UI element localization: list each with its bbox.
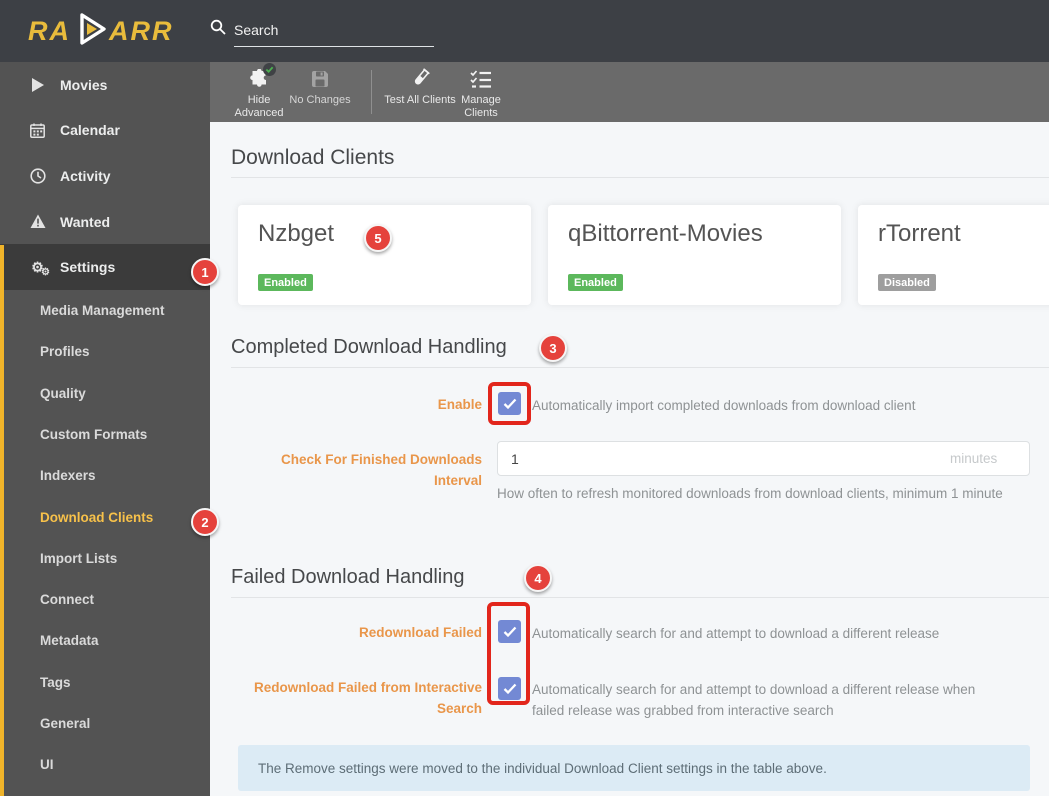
sub-item-label: Download Clients	[40, 509, 154, 525]
radarr-app: RA ARR Movies	[0, 0, 1049, 796]
interval-unit-hint: minutes	[950, 451, 998, 466]
status-badge: Enabled	[568, 274, 623, 291]
info-notice: The Remove settings were moved to the in…	[238, 745, 1030, 791]
sidebar-item-activity[interactable]: Activity	[0, 153, 210, 199]
annotation-circle-1: 1	[191, 258, 219, 286]
sidebar-item-media-management[interactable]: Media Management	[0, 290, 210, 331]
redownload-interactive-label: Redownload Failed from Interactive Searc…	[253, 680, 482, 716]
toolbar-button-label: No Changes	[289, 94, 351, 106]
annotation-box-failed	[487, 602, 530, 705]
divider	[231, 597, 1049, 598]
status-badge: Enabled	[258, 274, 313, 291]
sidebar-item-download-clients[interactable]: Download Clients	[0, 496, 210, 537]
settings-content: Download Clients Nzbget Enabled qBittorr…	[210, 122, 1049, 796]
sidebar-item-label: Activity	[60, 167, 111, 184]
sidebar-item-metadata[interactable]: Metadata	[0, 620, 210, 661]
annotation-circle-5: 5	[364, 224, 392, 252]
section-title-completed: Completed Download Handling	[231, 336, 507, 358]
enable-help-text: Automatically import completed downloads…	[532, 398, 916, 413]
download-client-card-qbittorrent[interactable]: qBittorrent-Movies Enabled	[548, 205, 841, 305]
sidebar-item-label: Settings	[60, 259, 116, 276]
sub-item-label: General	[40, 716, 91, 732]
divider	[231, 367, 1049, 368]
sub-item-label: Profiles	[40, 344, 90, 360]
sub-item-label: Tags	[40, 674, 71, 690]
test-tube-icon	[409, 68, 431, 90]
enable-label: Enable	[437, 397, 482, 412]
sidebar-item-calendar[interactable]: Calendar	[0, 108, 210, 154]
sidebar-item-quality[interactable]: Quality	[0, 373, 210, 414]
search-icon	[210, 19, 226, 40]
clock-icon	[29, 168, 46, 184]
sub-item-label: Custom Formats	[40, 427, 148, 442]
logo-text-left: RA	[28, 15, 71, 46]
warning-icon	[29, 214, 46, 229]
sidebar-nav: Movies Calendar Activity Wanted ⚙ ⚙ Sett…	[0, 62, 210, 796]
sidebar-item-label: Movies	[60, 76, 108, 93]
play-icon	[29, 77, 46, 92]
redownload-interactive-help-text: Automatically search for and attempt to …	[532, 682, 976, 718]
annotation-circle-4: 4	[524, 564, 552, 592]
sidebar-item-movies[interactable]: Movies	[0, 62, 210, 108]
page-toolbar: Hide Advanced No Changes Test All Client…	[210, 62, 1049, 122]
divider	[231, 177, 1049, 178]
advanced-toggle-icon	[249, 63, 276, 90]
toolbar-button-label: Manage Clients	[461, 94, 501, 119]
sub-item-label: Connect	[40, 592, 94, 608]
status-badge: Disabled	[878, 274, 936, 291]
play-logo-icon	[73, 12, 107, 51]
logo-text-right: ARR	[109, 15, 174, 46]
manage-clients-button[interactable]: Manage Clients	[445, 68, 517, 119]
save-changes-button[interactable]: No Changes	[284, 68, 356, 107]
sidebar-item-label: Calendar	[60, 122, 120, 139]
search-input[interactable]	[234, 18, 434, 47]
section-title-failed: Failed Download Handling	[231, 566, 465, 588]
annotation-circle-3: 3	[539, 334, 567, 362]
sidebar-item-tags[interactable]: Tags	[0, 662, 210, 703]
client-name: qBittorrent-Movies	[568, 220, 763, 247]
check-badge-icon	[263, 63, 276, 76]
sidebar-item-connect[interactable]: Connect	[0, 579, 210, 620]
sub-item-label: Import Lists	[40, 550, 118, 566]
client-name: rTorrent	[878, 220, 961, 247]
sidebar-item-profiles[interactable]: Profiles	[0, 331, 210, 372]
active-section-accent-bar	[0, 245, 4, 796]
radarr-logo[interactable]: RA ARR	[28, 12, 174, 51]
sub-item-label: Quality	[40, 385, 86, 401]
sidebar-item-general[interactable]: General	[0, 703, 210, 744]
download-client-card-rtorrent[interactable]: rTorrent Disabled	[858, 205, 1049, 305]
redownload-failed-help-text: Automatically search for and attempt to …	[532, 626, 940, 641]
info-notice-text: The Remove settings were moved to the in…	[258, 760, 827, 776]
sub-item-label: UI	[40, 757, 54, 773]
list-check-icon	[470, 68, 492, 90]
sidebar-item-custom-formats[interactable]: Custom Formats	[0, 414, 210, 455]
save-icon	[311, 68, 329, 90]
top-header: RA ARR	[0, 0, 1049, 62]
sidebar-item-import-lists[interactable]: Import Lists	[0, 538, 210, 579]
interval-help-text: How often to refresh monitored downloads…	[497, 486, 1003, 501]
redownload-failed-label: Redownload Failed	[358, 625, 482, 640]
settings-sub-menu: Media Management Profiles Quality Custom…	[0, 290, 210, 786]
sidebar-item-label: Wanted	[60, 213, 111, 230]
page-title: Download Clients	[231, 146, 395, 169]
interval-label: Check For Finished Downloads Interval	[280, 452, 482, 488]
calendar-icon	[29, 123, 46, 138]
client-name: Nzbget	[258, 220, 335, 247]
sidebar-item-wanted[interactable]: Wanted	[0, 199, 210, 245]
search-bar	[210, 18, 434, 47]
sub-item-label: Metadata	[40, 633, 99, 649]
sidebar-item-indexers[interactable]: Indexers	[0, 455, 210, 496]
sidebar-item-settings[interactable]: ⚙ ⚙ Settings	[0, 244, 210, 290]
sidebar-item-ui[interactable]: UI	[0, 744, 210, 785]
sub-item-label: Media Management	[40, 303, 165, 319]
toolbar-separator	[371, 70, 372, 114]
annotation-circle-2: 2	[191, 508, 219, 536]
gears-icon: ⚙ ⚙	[31, 259, 50, 279]
annotation-box-enable	[488, 382, 531, 425]
sub-item-label: Indexers	[40, 468, 96, 484]
download-client-card-nzbget[interactable]: Nzbget Enabled	[238, 205, 531, 305]
